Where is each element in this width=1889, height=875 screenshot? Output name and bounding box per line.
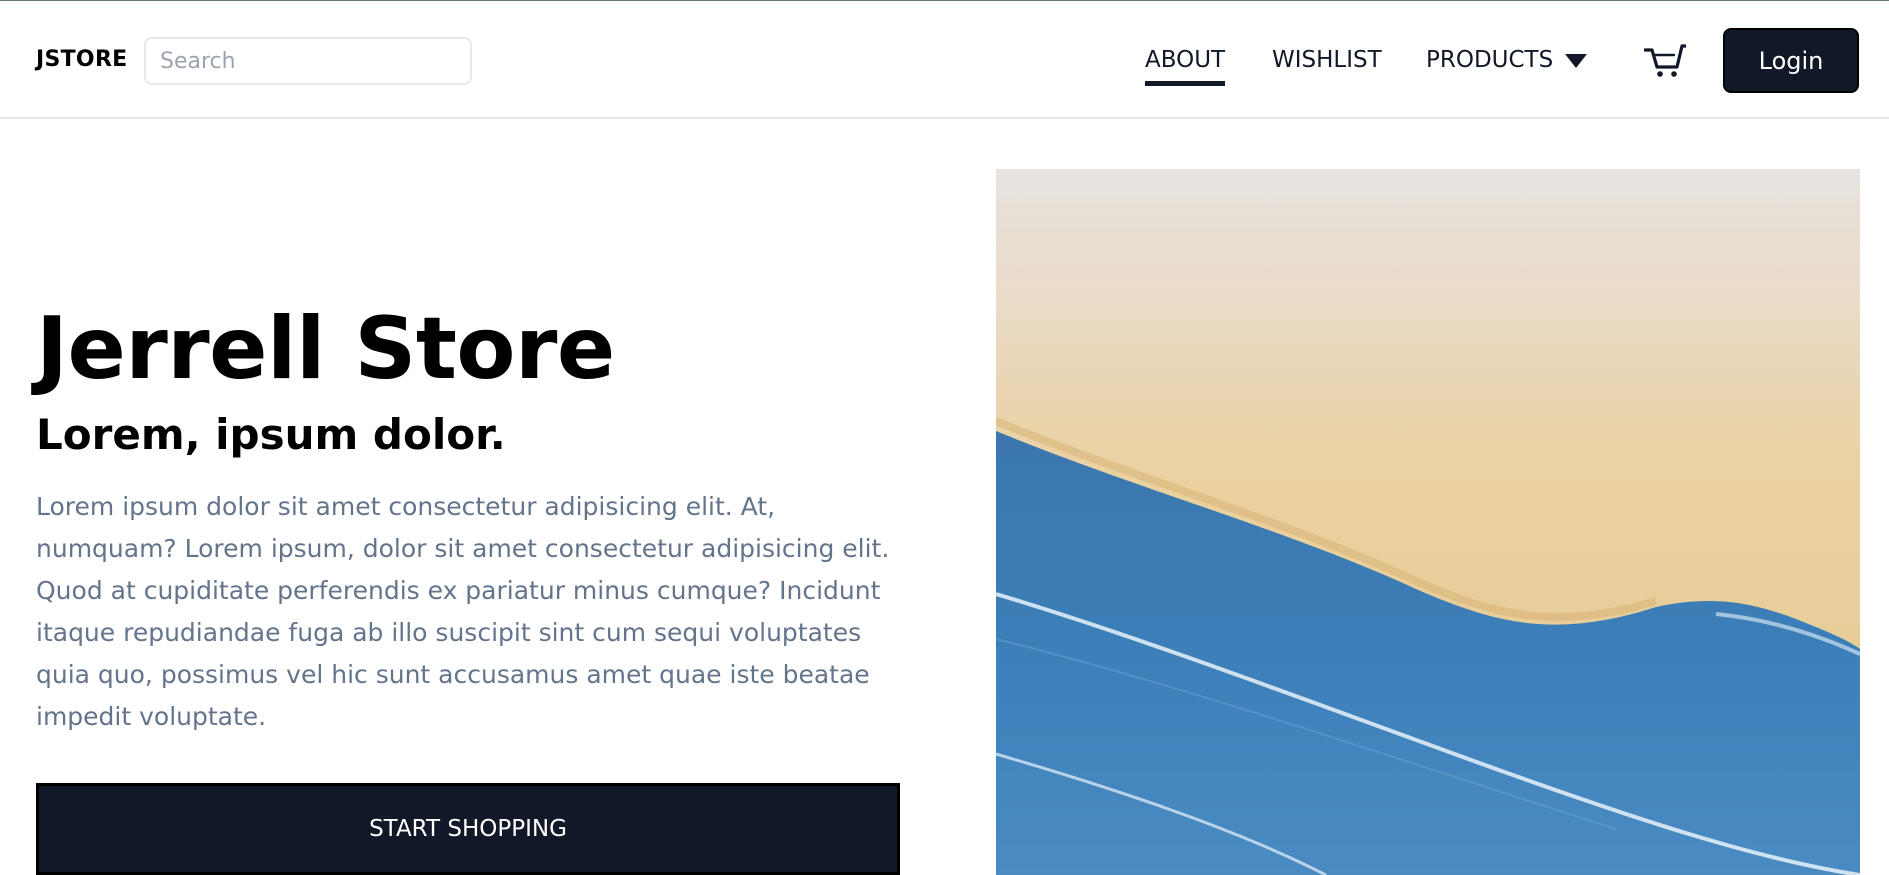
active-nav-underline <box>1145 81 1226 86</box>
cart-button[interactable] <box>1643 43 1688 79</box>
nav-products-dropdown[interactable]: PRODUCTS <box>1426 47 1588 73</box>
hero-description: Lorem ipsum dolor sit amet consectetur a… <box>36 492 890 731</box>
caret-down-icon <box>1565 54 1588 68</box>
hero-title: Jerrell Store <box>36 299 615 399</box>
start-shopping-button[interactable]: START SHOPPING <box>36 783 900 875</box>
nav-products-label: PRODUCTS <box>1426 47 1554 73</box>
nav-about-link[interactable]: ABOUT <box>1145 47 1226 86</box>
hero-subtitle: Lorem, ipsum dolor. <box>36 410 506 459</box>
cart-icon <box>1643 44 1688 77</box>
navbar: JSTORE ABOUT WISHLIST PRODUCTS Login <box>0 1 1889 119</box>
search-input[interactable] <box>144 37 472 85</box>
brand-logo[interactable]: JSTORE <box>36 47 128 72</box>
hero-image <box>996 169 1860 875</box>
nav-wishlist-link[interactable]: WISHLIST <box>1272 47 1382 73</box>
nav-about-label: ABOUT <box>1145 47 1226 73</box>
login-button[interactable]: Login <box>1723 28 1859 93</box>
